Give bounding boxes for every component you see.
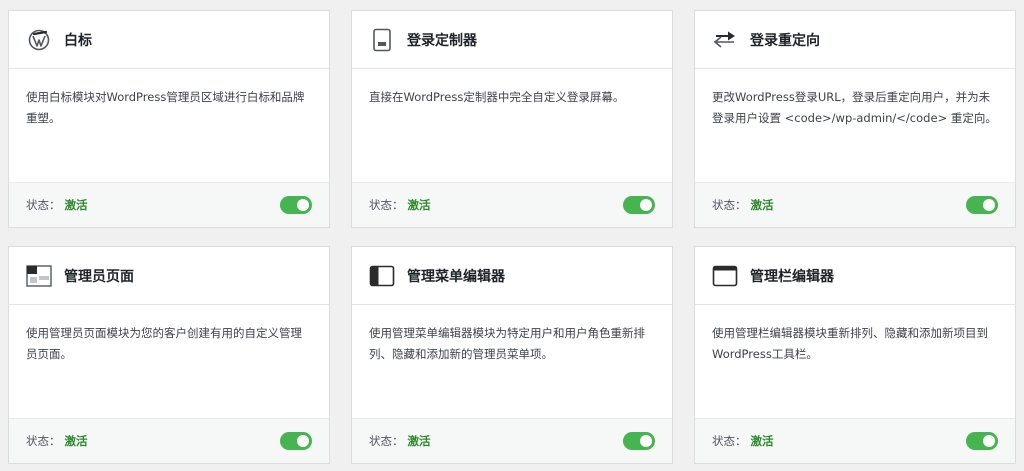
card-description: 更改WordPress登录URL，登录后重定向用户，并为未登录用户设置 <cod… [712,90,997,125]
status-value: 激活 [750,198,774,212]
status-label: 状态： [712,198,747,212]
toggle-knob [297,199,309,211]
module-toggle[interactable] [966,196,998,214]
module-toggle[interactable] [966,432,998,450]
card-footer: 状态： 激活 [695,182,1015,227]
status-value: 激活 [750,434,774,448]
status-value: 激活 [64,198,88,212]
toggle-knob [297,435,309,447]
module-card-admin-menu-editor: 管理菜单编辑器 使用管理菜单编辑器模块为特定用户和用户角色重新排列、隐藏和添加新… [351,246,673,464]
card-footer: 状态： 激活 [695,418,1015,463]
toolbar-icon [712,263,738,289]
status-label: 状态： [369,198,404,212]
card-description: 使用白标模块对WordPress管理员区域进行白标和品牌重塑。 [26,90,305,125]
module-toggle[interactable] [280,432,312,450]
status-label: 状态： [26,434,61,448]
card-title: 管理栏编辑器 [750,268,834,285]
card-title: 管理员页面 [64,268,134,285]
module-card-login-redirect: 登录重定向 更改WordPress登录URL，登录后重定向用户，并为未登录用户设… [694,10,1016,228]
card-footer: 状态： 激活 [352,418,672,463]
toggle-knob [983,199,995,211]
status-value: 激活 [407,198,431,212]
card-title: 管理菜单编辑器 [407,268,505,285]
toggle-knob [640,199,652,211]
card-description: 使用管理菜单编辑器模块为特定用户和用户角色重新排列、隐藏和添加新的管理员菜单项。 [369,326,645,361]
status-value: 激活 [64,434,88,448]
card-header: 登录定制器 [352,11,672,69]
login-page-icon [369,27,395,53]
status-label: 状态： [26,198,61,212]
card-header: 管理菜单编辑器 [352,247,672,305]
card-footer: 状态： 激活 [352,182,672,227]
status-label: 状态： [369,434,404,448]
status-label: 状态： [712,434,747,448]
card-header: 登录重定向 [695,11,1015,69]
card-header: 管理栏编辑器 [695,247,1015,305]
module-card-white-label: 白标 使用白标模块对WordPress管理员区域进行白标和品牌重塑。 状态： 激… [8,10,330,228]
card-header: 管理员页面 [9,247,329,305]
admin-page-icon [26,263,52,289]
module-card-admin-pages: 管理员页面 使用管理员页面模块为您的客户创建有用的自定义管理员页面。 状态： 激… [8,246,330,464]
toggle-knob [640,435,652,447]
card-footer: 状态： 激活 [9,418,329,463]
card-title: 登录定制器 [407,32,477,49]
toggle-knob [983,435,995,447]
card-description: 使用管理员页面模块为您的客户创建有用的自定义管理员页面。 [26,326,302,361]
wordpress-icon [26,27,52,53]
card-title: 登录重定向 [750,32,820,49]
module-card-login-customizer: 登录定制器 直接在WordPress定制器中完全自定义登录屏幕。 状态： 激活 [351,10,673,228]
card-description: 直接在WordPress定制器中完全自定义登录屏幕。 [369,90,625,104]
module-toggle[interactable] [623,196,655,214]
module-toggle[interactable] [623,432,655,450]
module-toggle[interactable] [280,196,312,214]
module-card-admin-bar-editor: 管理栏编辑器 使用管理栏编辑器模块重新排列、隐藏和添加新项目到WordPress… [694,246,1016,464]
card-footer: 状态： 激活 [9,182,329,227]
card-title: 白标 [64,32,92,49]
status-value: 激活 [407,434,431,448]
card-description: 使用管理栏编辑器模块重新排列、隐藏和添加新项目到WordPress工具栏。 [712,326,988,361]
card-header: 白标 [9,11,329,69]
module-grid: 白标 使用白标模块对WordPress管理员区域进行白标和品牌重塑。 状态： 激… [8,10,1018,464]
redirect-arrows-icon [712,27,738,53]
sidebar-menu-icon [369,263,395,289]
